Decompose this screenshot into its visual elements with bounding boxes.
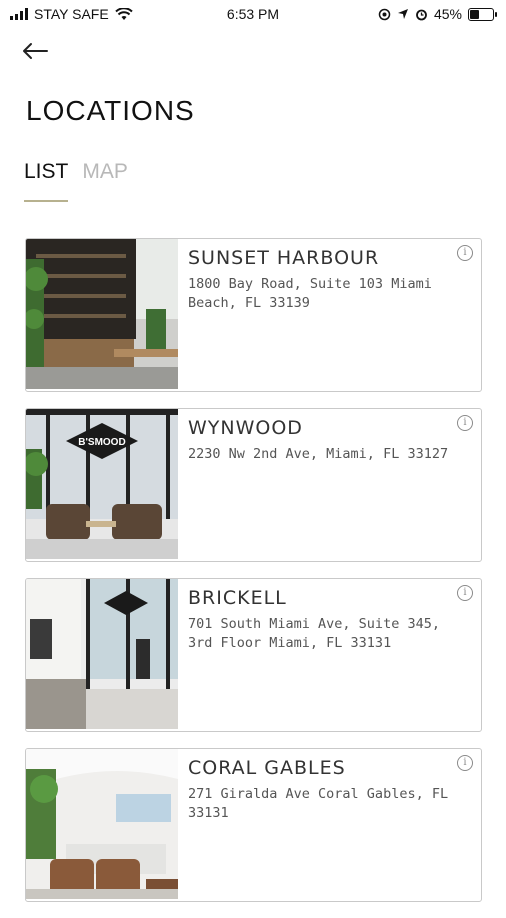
location-info: CORAL GABLES 271 Giralda Ave Coral Gable… bbox=[178, 749, 481, 901]
location-card-wynwood[interactable]: B'SMOOD WYNWOOD 2230 Nw 2nd Ave, Miami, … bbox=[25, 408, 482, 562]
info-icon[interactable]: i bbox=[457, 245, 473, 261]
location-photo bbox=[26, 749, 178, 899]
info-icon[interactable]: i bbox=[457, 415, 473, 431]
location-photo bbox=[26, 239, 178, 389]
location-info: SUNSET HARBOUR 1800 Bay Road, Suite 103 … bbox=[178, 239, 481, 391]
location-photo bbox=[26, 579, 178, 729]
location-name: WYNWOOD bbox=[188, 417, 303, 439]
location-name: BRICKELL bbox=[188, 587, 287, 609]
location-list: SUNSET HARBOUR 1800 Bay Road, Suite 103 … bbox=[25, 238, 482, 918]
location-photo: B'SMOOD bbox=[26, 409, 178, 559]
location-name: CORAL GABLES bbox=[188, 757, 346, 779]
arrow-left-icon bbox=[23, 43, 48, 59]
location-address: 701 South Miami Ave, Suite 345, 3rd Floo… bbox=[188, 616, 440, 651]
view-tabs: LIST MAP bbox=[24, 160, 128, 202]
location-arrow-icon bbox=[397, 9, 408, 19]
info-icon[interactable]: i bbox=[457, 585, 473, 601]
location-card-coral-gables[interactable]: CORAL GABLES 271 Giralda Ave Coral Gable… bbox=[25, 748, 482, 902]
location-name: SUNSET HARBOUR bbox=[188, 247, 380, 269]
status-right: 45% bbox=[378, 6, 497, 22]
screen-rotation-lock-icon bbox=[378, 8, 391, 20]
status-bar: STAY SAFE 6:53 PM 45% bbox=[0, 0, 506, 28]
location-info: WYNWOOD 2230 Nw 2nd Ave, Miami, FL 33127… bbox=[178, 409, 481, 561]
back-button[interactable] bbox=[22, 38, 54, 64]
alarm-clock-icon bbox=[416, 9, 427, 20]
location-address: 271 Giralda Ave Coral Gables, FL 33131 bbox=[188, 786, 449, 821]
location-card-sunset-harbour[interactable]: SUNSET HARBOUR 1800 Bay Road, Suite 103 … bbox=[25, 238, 482, 392]
battery-icon bbox=[468, 7, 497, 21]
location-info: BRICKELL 701 South Miami Ave, Suite 345,… bbox=[178, 579, 481, 731]
tab-list[interactable]: LIST bbox=[24, 160, 69, 202]
sign-text: B'SMOOD bbox=[78, 437, 125, 448]
tab-map[interactable]: MAP bbox=[82, 160, 128, 202]
battery-percent: 45% bbox=[433, 6, 462, 22]
page-title: LOCATIONS bbox=[26, 95, 195, 126]
location-card-brickell[interactable]: BRICKELL 701 South Miami Ave, Suite 345,… bbox=[25, 578, 482, 732]
location-address: 2230 Nw 2nd Ave, Miami, FL 33127 bbox=[188, 446, 449, 462]
location-address: 1800 Bay Road, Suite 103 Miami Beach, FL… bbox=[188, 276, 432, 311]
info-icon[interactable]: i bbox=[457, 755, 473, 771]
